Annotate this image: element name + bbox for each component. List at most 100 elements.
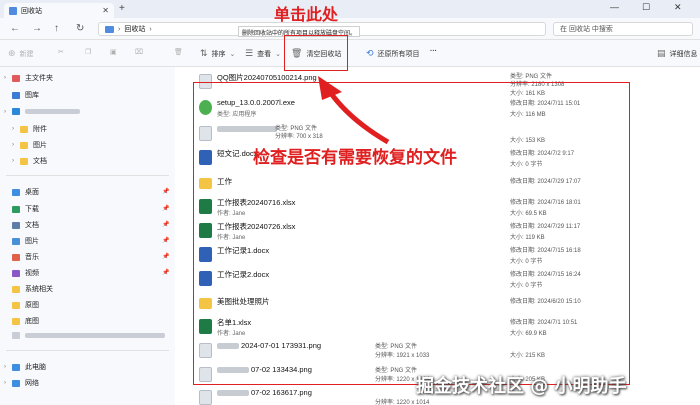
restore-all-button[interactable]: ⟲ 还原所有项目 — [366, 48, 420, 59]
computer-icon — [12, 363, 20, 371]
sidebar-item-pictures[interactable]: 图片 — [12, 236, 39, 246]
close-icon[interactable]: ✕ — [102, 6, 109, 15]
minimize-button[interactable]: — — [610, 2, 619, 12]
breadcrumb-location[interactable]: 回收站 — [124, 24, 145, 34]
command-bar: ⊕ 新建 ✂ ❐ ▣ ⌧ 🗑 ⇅ 排序 ⌄ ☰ 查看 ⌄ 🗑 清空回收站 ⟲ 还原所有项目 ·… — [0, 40, 700, 67]
chevron-right-icon: › — [12, 126, 14, 132]
pin-icon[interactable]: 📌 — [162, 188, 169, 195]
sort-button[interactable]: ⇅ 排序 ⌄ — [200, 48, 235, 59]
window-close-button[interactable]: ✕ — [674, 2, 682, 13]
breadcrumb-separator: › — [118, 25, 121, 33]
file-name: 07-02 163617.png — [217, 388, 312, 397]
copy-icon[interactable]: ❐ — [85, 48, 91, 56]
tab-recycle-bin[interactable]: 回收站 ✕ — [4, 3, 114, 18]
sidebar-item-folder[interactable]: › 附件 — [12, 124, 47, 134]
divider — [6, 350, 169, 351]
highlight-box-files — [193, 82, 630, 385]
sort-icon: ⇅ — [200, 48, 208, 58]
sidebar-item-this-pc[interactable]: › 此电脑 — [4, 362, 46, 372]
pin-icon[interactable]: 📌 — [162, 237, 169, 244]
folder-icon — [12, 332, 20, 339]
watermark: 掘金技术社区 @ 小明助手 — [416, 376, 627, 397]
redacted-name — [217, 390, 249, 397]
sidebar-item-downloads[interactable]: 下载 — [12, 204, 39, 214]
sidebar-item-label: 文档 — [25, 222, 39, 229]
chevron-right-icon: › — [12, 142, 14, 148]
rename-icon[interactable]: ⌧ — [135, 48, 143, 56]
details-icon: ▤ — [657, 48, 666, 58]
forward-icon[interactable]: → — [32, 23, 42, 34]
chevron-right-icon: › — [4, 380, 6, 386]
sidebar-item-label: 图库 — [25, 92, 39, 99]
sidebar-item-label: 图片 — [25, 238, 39, 245]
sidebar-item-label: 下载 — [25, 206, 39, 213]
sidebar-item-label: 音乐 — [25, 254, 39, 261]
sidebar-item-folder[interactable]: 系统相关 — [12, 284, 53, 294]
sidebar-item-folder[interactable]: › 文档 — [12, 156, 47, 166]
new-button[interactable]: ⊕ 新建 — [8, 48, 34, 59]
pin-icon[interactable]: 📌 — [162, 205, 169, 212]
file-name-text: 07-02 163617.png — [251, 388, 312, 397]
plus-icon: ⊕ — [8, 48, 16, 58]
file-resolution: 分辨率: 1220 x 1014 — [375, 400, 430, 405]
pin-icon[interactable]: 📌 — [162, 221, 169, 228]
sidebar-item-folder[interactable]: › 图片 — [12, 140, 47, 150]
sidebar-item-home[interactable]: › 主文件夹 — [4, 73, 53, 83]
maximize-button[interactable]: ☐ — [642, 2, 650, 13]
sidebar-item-videos[interactable]: 视频 — [12, 268, 39, 278]
search-placeholder: 在 回收站 中搜索 — [560, 26, 613, 33]
sidebar-item-desktop[interactable]: 桌面 — [12, 187, 39, 197]
gallery-icon — [12, 91, 20, 99]
view-button[interactable]: ☰ 查看 ⌄ — [245, 48, 281, 59]
tab-title: 回收站 — [21, 7, 42, 15]
sort-label: 排序 — [211, 50, 226, 58]
chevron-down-icon: ⌄ — [229, 50, 236, 58]
up-icon[interactable]: ↑ — [54, 23, 59, 34]
music-icon — [12, 253, 20, 261]
divider — [6, 175, 169, 176]
annotation-check-files: 检查是否有需要恢复的文件 — [253, 148, 457, 168]
more-options-button[interactable]: ··· — [430, 48, 437, 55]
chevron-down-icon: ⌄ — [275, 50, 281, 58]
refresh-icon[interactable]: ↻ — [76, 23, 84, 34]
breadcrumb-separator: › — [149, 25, 152, 33]
video-icon — [12, 269, 20, 277]
cut-icon[interactable]: ✂ — [58, 48, 64, 56]
sidebar-item-label: 主文件夹 — [25, 75, 53, 82]
sidebar-item-music[interactable]: 音乐 — [12, 252, 39, 262]
redacted-label — [25, 109, 80, 114]
folder-icon — [20, 157, 28, 165]
new-label: 新建 — [19, 50, 34, 58]
paste-icon[interactable]: ▣ — [110, 48, 117, 56]
pin-icon[interactable]: 📌 — [162, 253, 169, 260]
sidebar-item-network[interactable]: › 网络 — [4, 378, 39, 388]
recycle-bin-icon — [105, 25, 114, 33]
picture-icon — [12, 237, 20, 245]
details-label: 详细信息 — [669, 50, 698, 58]
chevron-right-icon: › — [12, 158, 14, 164]
details-pane-button[interactable]: ▤ 详细信息 — [657, 48, 698, 59]
sidebar-item-label: 网络 — [25, 380, 39, 387]
sidebar-item-label: 附件 — [33, 126, 47, 133]
restore-icon: ⟲ — [366, 48, 374, 58]
download-icon — [12, 205, 20, 213]
new-tab-button[interactable]: + — [119, 3, 125, 14]
sidebar-item-label: 视频 — [25, 270, 39, 277]
sidebar-item-onedrive[interactable]: › — [4, 108, 80, 115]
cloud-icon — [12, 108, 20, 115]
sidebar-item-gallery[interactable]: 图库 — [12, 90, 39, 100]
view-label: 查看 — [257, 50, 272, 58]
sidebar-item-label: 系统相关 — [25, 286, 53, 293]
sidebar-item-folder[interactable]: 原图 — [12, 300, 39, 310]
back-icon[interactable]: ← — [10, 23, 20, 34]
network-icon — [12, 379, 20, 387]
sidebar-item-folder[interactable] — [12, 332, 165, 339]
sidebar-item-folder[interactable]: 底图 — [12, 316, 39, 326]
folder-icon — [20, 141, 28, 149]
search-input[interactable]: 在 回收站 中搜索 — [553, 22, 693, 36]
folder-icon — [12, 285, 20, 293]
delete-icon[interactable]: 🗑 — [174, 48, 183, 56]
sidebar-item-documents[interactable]: 文档 — [12, 220, 39, 230]
pin-icon[interactable]: 📌 — [162, 269, 169, 276]
home-icon — [12, 74, 20, 82]
